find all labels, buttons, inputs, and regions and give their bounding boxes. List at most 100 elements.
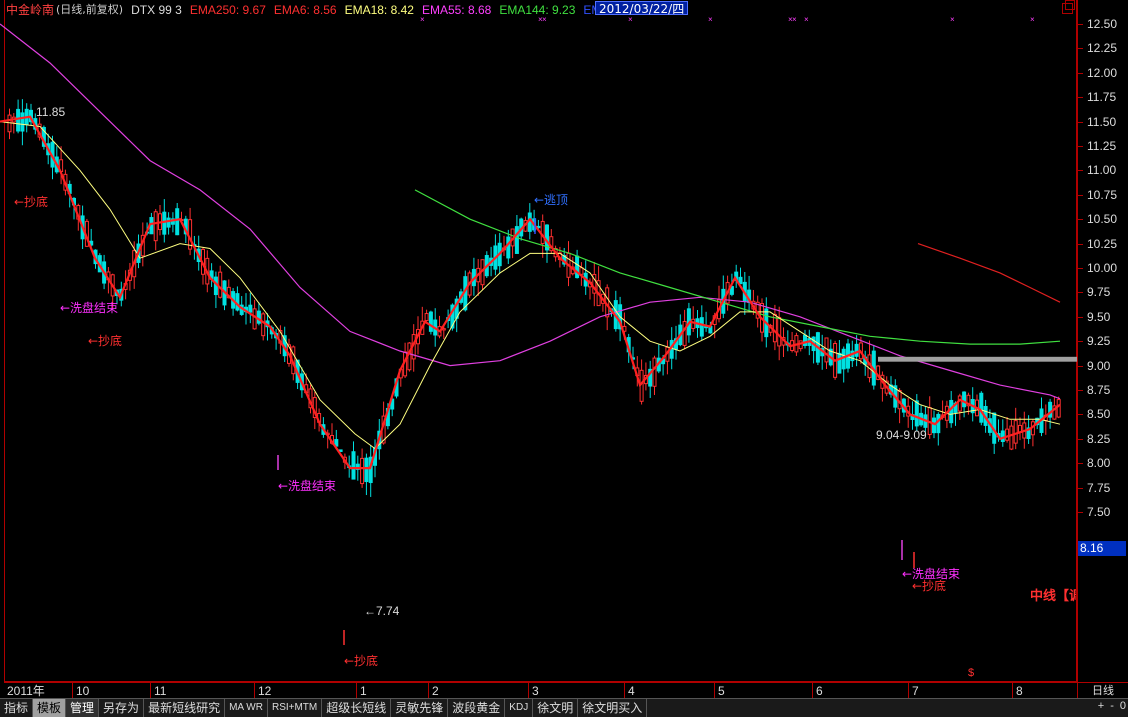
tab-7[interactable]: 超级长短线 xyxy=(322,699,392,717)
candle-body xyxy=(256,310,261,324)
ema250-line xyxy=(917,243,1061,303)
wash-end-label: ←洗盘结束 xyxy=(278,479,337,493)
ema55-value: EMA55: 8.68 xyxy=(421,3,492,17)
current-price-tag: 8.16 xyxy=(1078,541,1126,556)
ema6-line xyxy=(0,115,1061,470)
range-label: 9.04-9.09 xyxy=(876,428,927,442)
high-price-label: 11.85 xyxy=(36,105,66,119)
candle-body xyxy=(428,311,433,332)
candle-body xyxy=(699,317,704,337)
tab-5[interactable]: MA WR xyxy=(225,699,268,717)
ema6-value: EMA6: 8.56 xyxy=(273,3,337,17)
price-axis: 12.50 12.25 12.00 11.75 11.50 11.25 11.00 10.75… xyxy=(1077,0,1128,682)
dividend-marker-icon[interactable]: $ xyxy=(968,667,974,679)
period-label[interactable]: 日线 xyxy=(1077,682,1128,698)
date-tick: 3 xyxy=(528,683,539,699)
candle-body xyxy=(803,334,807,346)
price-tick: 9.50 xyxy=(1078,310,1128,324)
candle-body xyxy=(682,321,687,346)
candle-body xyxy=(360,457,365,485)
date-tick: 1 xyxy=(356,683,367,699)
price-tick: 9.75 xyxy=(1078,285,1128,299)
low-price-label: ←7.74 xyxy=(364,604,400,618)
wash-end-label: ←洗盘结束 xyxy=(60,301,119,315)
tab-3[interactable]: 另存为 xyxy=(99,699,145,717)
candle-body xyxy=(540,220,545,245)
zoom-out-button[interactable]: - xyxy=(1110,700,1114,712)
candle-body xyxy=(175,208,180,236)
date-tick: 7 xyxy=(908,683,919,699)
date-cursor: 2012/03/22/四 xyxy=(595,1,689,16)
tab-1[interactable]: 模板 xyxy=(33,699,67,717)
indicator-name: DTX 99 3 xyxy=(131,3,182,17)
candle-body xyxy=(218,271,223,298)
price-tick: 10.25 xyxy=(1078,237,1128,251)
candle-body xyxy=(962,391,967,408)
price-tick: 7.50 xyxy=(1078,505,1128,519)
tab-10[interactable]: KDJ xyxy=(505,699,534,717)
tab-12[interactable]: 徐文明买入 xyxy=(578,699,648,717)
zoom-reset-button[interactable]: 0 xyxy=(1120,700,1126,712)
candle-body xyxy=(949,399,954,424)
candle-body xyxy=(1013,420,1018,444)
candle-body xyxy=(20,112,25,132)
candle-body xyxy=(777,316,782,347)
restore-window-icon[interactable] xyxy=(1062,0,1075,14)
date-tick: 10 xyxy=(72,683,89,699)
candle-body xyxy=(252,308,257,330)
tab-11[interactable]: 徐文明 xyxy=(533,699,579,717)
date-tick: 11 xyxy=(150,683,166,699)
price-tick: 11.00 xyxy=(1078,163,1128,177)
price-tick: 12.00 xyxy=(1078,66,1128,80)
candle-body xyxy=(1009,425,1014,450)
price-tick: 7.75 xyxy=(1078,481,1128,495)
candle-body xyxy=(248,304,253,313)
candle-body xyxy=(841,348,846,370)
candle-body xyxy=(506,236,511,259)
tab-6[interactable]: RSI+MTM xyxy=(268,699,323,717)
candle-body xyxy=(914,400,919,427)
ema144-line xyxy=(414,189,1061,345)
tab-0[interactable]: 指标 xyxy=(0,699,34,717)
price-tick: 12.50 xyxy=(1078,17,1128,31)
candle-body xyxy=(854,343,859,357)
tab-4[interactable]: 最新短线研究 xyxy=(144,699,226,717)
signal-marker: × xyxy=(792,15,797,24)
candle-body xyxy=(261,313,266,337)
resistance-band xyxy=(878,356,1077,362)
candle-body xyxy=(364,457,369,483)
date-tick: 2 xyxy=(428,683,439,699)
candle-body xyxy=(957,395,962,412)
candle-body xyxy=(16,108,21,132)
ema18-value: EMA18: 8.42 xyxy=(344,3,414,17)
date-tick: 12 xyxy=(254,683,271,699)
candle-body xyxy=(351,451,356,480)
candle-body xyxy=(837,352,842,374)
price-tick: 10.75 xyxy=(1078,188,1128,202)
date-tick: 8 xyxy=(1012,683,1023,699)
ema144-value: EMA144: 9.23 xyxy=(499,3,576,17)
price-tick: 8.25 xyxy=(1078,432,1128,446)
candle-body xyxy=(1056,399,1061,418)
price-tick: 12.25 xyxy=(1078,41,1128,55)
indicator-legend: 中金岭南 (日线,前复权) DTX 99 3 EMA250: 9.67 EMA6… xyxy=(6,1,640,19)
wash-end-label: ←洗盘结束 xyxy=(902,567,961,581)
tab-2[interactable]: 管理 xyxy=(66,699,100,717)
candle-body xyxy=(1005,428,1010,441)
price-tick: 8.75 xyxy=(1078,383,1128,397)
candle-body xyxy=(153,211,158,242)
candle-body xyxy=(7,114,12,133)
candle-body xyxy=(652,357,657,387)
candle-body xyxy=(235,293,240,311)
date-axis: 2011年 10 11 12 1 2 3 4 5 6 7 8 xyxy=(4,682,1077,699)
zoom-in-button[interactable]: + xyxy=(1098,700,1104,712)
buy-signal-label: ←抄底 xyxy=(344,654,379,668)
price-tick: 11.75 xyxy=(1078,90,1128,104)
buy-signal-label: ←抄底 xyxy=(88,334,123,348)
candle-body xyxy=(979,392,984,423)
template-tab-bar: 指标 模板 管理 另存为 最新短线研究 MA WR RSI+MTM 超级长短线 灵敏先锋 波段黄金… xyxy=(0,698,1128,717)
tab-9[interactable]: 波段黄金 xyxy=(448,699,506,717)
stock-name[interactable]: 中金岭南 xyxy=(6,1,54,19)
tab-8[interactable]: 灵敏先锋 xyxy=(391,699,449,717)
price-tick: 9.00 xyxy=(1078,359,1128,373)
